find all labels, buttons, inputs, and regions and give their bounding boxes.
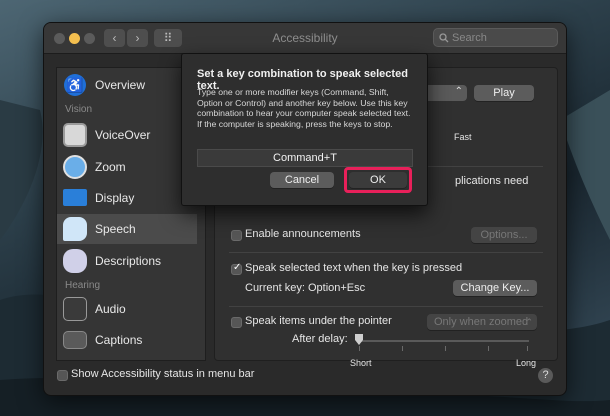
sidebar-item-label: Captions bbox=[95, 333, 143, 347]
delay-long-label: Long bbox=[516, 358, 537, 368]
slider-tick bbox=[488, 346, 489, 351]
slider-tick bbox=[445, 346, 446, 351]
sidebar-item-audio[interactable]: Audio bbox=[57, 294, 197, 324]
show-status-checkbox[interactable] bbox=[57, 370, 68, 381]
speech-icon bbox=[63, 217, 87, 241]
play-button[interactable]: Play bbox=[474, 85, 534, 101]
key-combination-field[interactable]: Command+T bbox=[197, 149, 413, 167]
slider-tick bbox=[359, 346, 360, 351]
title-bar: ‹ › ⠿ Accessibility Search bbox=[44, 23, 566, 54]
sidebar-item-voiceover[interactable]: VoiceOver bbox=[57, 120, 197, 150]
sidebar-item-speech[interactable]: Speech bbox=[57, 214, 197, 244]
speak-items-under-pointer-label: Speak items under the pointer bbox=[245, 315, 392, 327]
options-button[interactable]: Options... bbox=[471, 227, 537, 243]
descriptions-icon bbox=[63, 249, 87, 273]
voiceover-icon bbox=[63, 123, 87, 147]
speak-items-under-pointer-checkbox[interactable] bbox=[231, 317, 242, 328]
sidebar-item-descriptions[interactable]: Descriptions bbox=[57, 246, 197, 276]
speak-selected-text-checkbox[interactable] bbox=[231, 262, 242, 275]
speak-selected-text-label: Speak selected text when the key is pres… bbox=[245, 262, 463, 274]
display-icon bbox=[63, 189, 87, 206]
chevron-updown-icon: ⌃ bbox=[454, 86, 463, 97]
sidebar-item-label: Audio bbox=[95, 302, 126, 316]
sidebar-section-vision: Vision bbox=[65, 104, 93, 115]
after-delay-label: After delay: bbox=[292, 333, 348, 345]
slider-tick bbox=[402, 346, 403, 351]
slider-tick bbox=[527, 346, 528, 351]
search-placeholder: Search bbox=[452, 32, 487, 44]
current-key-label: Current key: Option+Esc bbox=[245, 282, 366, 294]
divider bbox=[229, 306, 543, 307]
sidebar-item-display[interactable]: Display bbox=[57, 183, 197, 213]
sidebar-item-label: Overview bbox=[95, 78, 146, 92]
ok-button-highlight bbox=[344, 167, 412, 193]
chevron-updown-icon: ⌃ bbox=[525, 317, 533, 327]
delay-slider-track[interactable] bbox=[357, 340, 529, 342]
sidebar-item-captions[interactable]: Captions bbox=[57, 325, 197, 355]
sidebar-item-label: Display bbox=[95, 191, 135, 205]
key-combination-dialog: Set a key combination to speak selected … bbox=[181, 53, 428, 206]
zoom-icon bbox=[63, 155, 87, 179]
sidebar-item-label: VoiceOver bbox=[95, 128, 151, 142]
enable-announcements-label: Enable announcements bbox=[245, 228, 361, 240]
change-key-button[interactable]: Change Key... bbox=[453, 280, 537, 296]
sidebar-item-label: Zoom bbox=[95, 160, 126, 174]
cancel-button[interactable]: Cancel bbox=[270, 172, 334, 188]
sidebar-item-zoom[interactable]: Zoom bbox=[57, 152, 197, 182]
sidebar-item-label: Speech bbox=[95, 222, 136, 236]
only-when-zoomed-value: Only when zoomed bbox=[434, 316, 529, 328]
announcement-text: plications need bbox=[455, 175, 529, 187]
help-button[interactable]: ? bbox=[538, 368, 553, 383]
sidebar-item-label: Descriptions bbox=[95, 254, 162, 268]
show-status-label: Show Accessibility status in menu bar bbox=[71, 368, 255, 380]
sidebar-item-overview[interactable]: ♿ Overview bbox=[57, 70, 197, 100]
sidebar-section-hearing: Hearing bbox=[65, 280, 101, 291]
speaking-rate-fast-label: Fast bbox=[454, 132, 472, 142]
enable-announcements-checkbox[interactable] bbox=[231, 230, 242, 241]
overview-icon: ♿ bbox=[64, 74, 86, 96]
delay-short-label: Short bbox=[350, 358, 372, 368]
dialog-instructions: Type one or more modifier keys (Command,… bbox=[197, 87, 411, 129]
search-input[interactable]: Search bbox=[433, 28, 558, 47]
audio-icon bbox=[63, 297, 87, 321]
search-icon bbox=[439, 33, 449, 43]
only-when-zoomed-select[interactable]: Only when zoomed ⌃ bbox=[427, 314, 537, 330]
divider bbox=[229, 252, 543, 253]
delay-slider-knob[interactable] bbox=[355, 334, 363, 345]
captions-icon bbox=[63, 331, 87, 349]
